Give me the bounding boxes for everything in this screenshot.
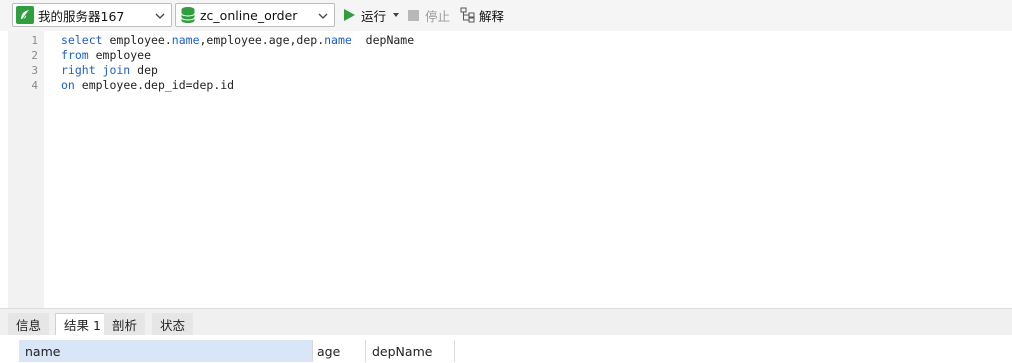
tab-label: 结果 1: [64, 318, 101, 333]
mysql-connection-icon: [16, 6, 34, 24]
explain-label: 解释: [479, 8, 505, 24]
database-label: zc_online_order: [200, 7, 298, 23]
stop-label: 停止: [425, 8, 451, 24]
column-header-name[interactable]: name: [19, 340, 313, 362]
stop-icon: [408, 9, 419, 21]
code-line-2: from employee: [61, 48, 152, 62]
line-number-gutter: 1 2 3 4: [8, 31, 44, 308]
explain-button[interactable]: 解释: [460, 4, 504, 26]
run-label: 运行: [361, 8, 387, 24]
column-header-age[interactable]: age: [311, 340, 366, 362]
chevron-down-icon: [155, 13, 165, 19]
code-line-4: on employee.dep_id=dep.id: [61, 78, 235, 92]
connection-label: 我的服务器167: [38, 8, 125, 24]
explain-plan-icon: [460, 7, 475, 23]
sql-editor[interactable]: 1 2 3 4 select employee.name,employee.ag…: [8, 31, 1012, 308]
database-icon: [181, 7, 195, 23]
result-grid[interactable]: name age depName: [8, 335, 1012, 363]
line-number: 2: [31, 49, 38, 62]
play-icon: [344, 9, 355, 21]
tab-result-1[interactable]: 结果 1: [55, 313, 110, 335]
chevron-down-icon: [318, 13, 328, 19]
line-number: 4: [31, 79, 38, 92]
tab-info[interactable]: 信息: [8, 313, 50, 335]
tab-status[interactable]: 状态: [152, 313, 194, 335]
code-line-3: right join dep: [61, 63, 158, 77]
column-header-depname[interactable]: depName: [366, 340, 455, 362]
stop-button[interactable]: 停止: [408, 4, 450, 26]
result-tabs: 信息 结果 1 剖析 状态: [0, 308, 1012, 335]
tab-label: 信息: [16, 317, 42, 333]
database-select[interactable]: zc_online_order: [175, 3, 335, 27]
caret-down-icon[interactable]: [393, 13, 400, 17]
line-number: 1: [31, 34, 38, 47]
tab-label: 状态: [160, 317, 186, 333]
query-toolbar: 我的服务器167 zc_online_order 运行 停止 解释: [0, 0, 1012, 31]
tab-label: 剖析: [112, 317, 138, 333]
tab-profile[interactable]: 剖析: [104, 313, 146, 335]
connection-select[interactable]: 我的服务器167: [12, 3, 172, 27]
run-button[interactable]: 运行: [344, 4, 400, 26]
code-line-1: select employee.name,employee.age,dep.na…: [61, 33, 415, 47]
line-number: 3: [31, 64, 38, 77]
